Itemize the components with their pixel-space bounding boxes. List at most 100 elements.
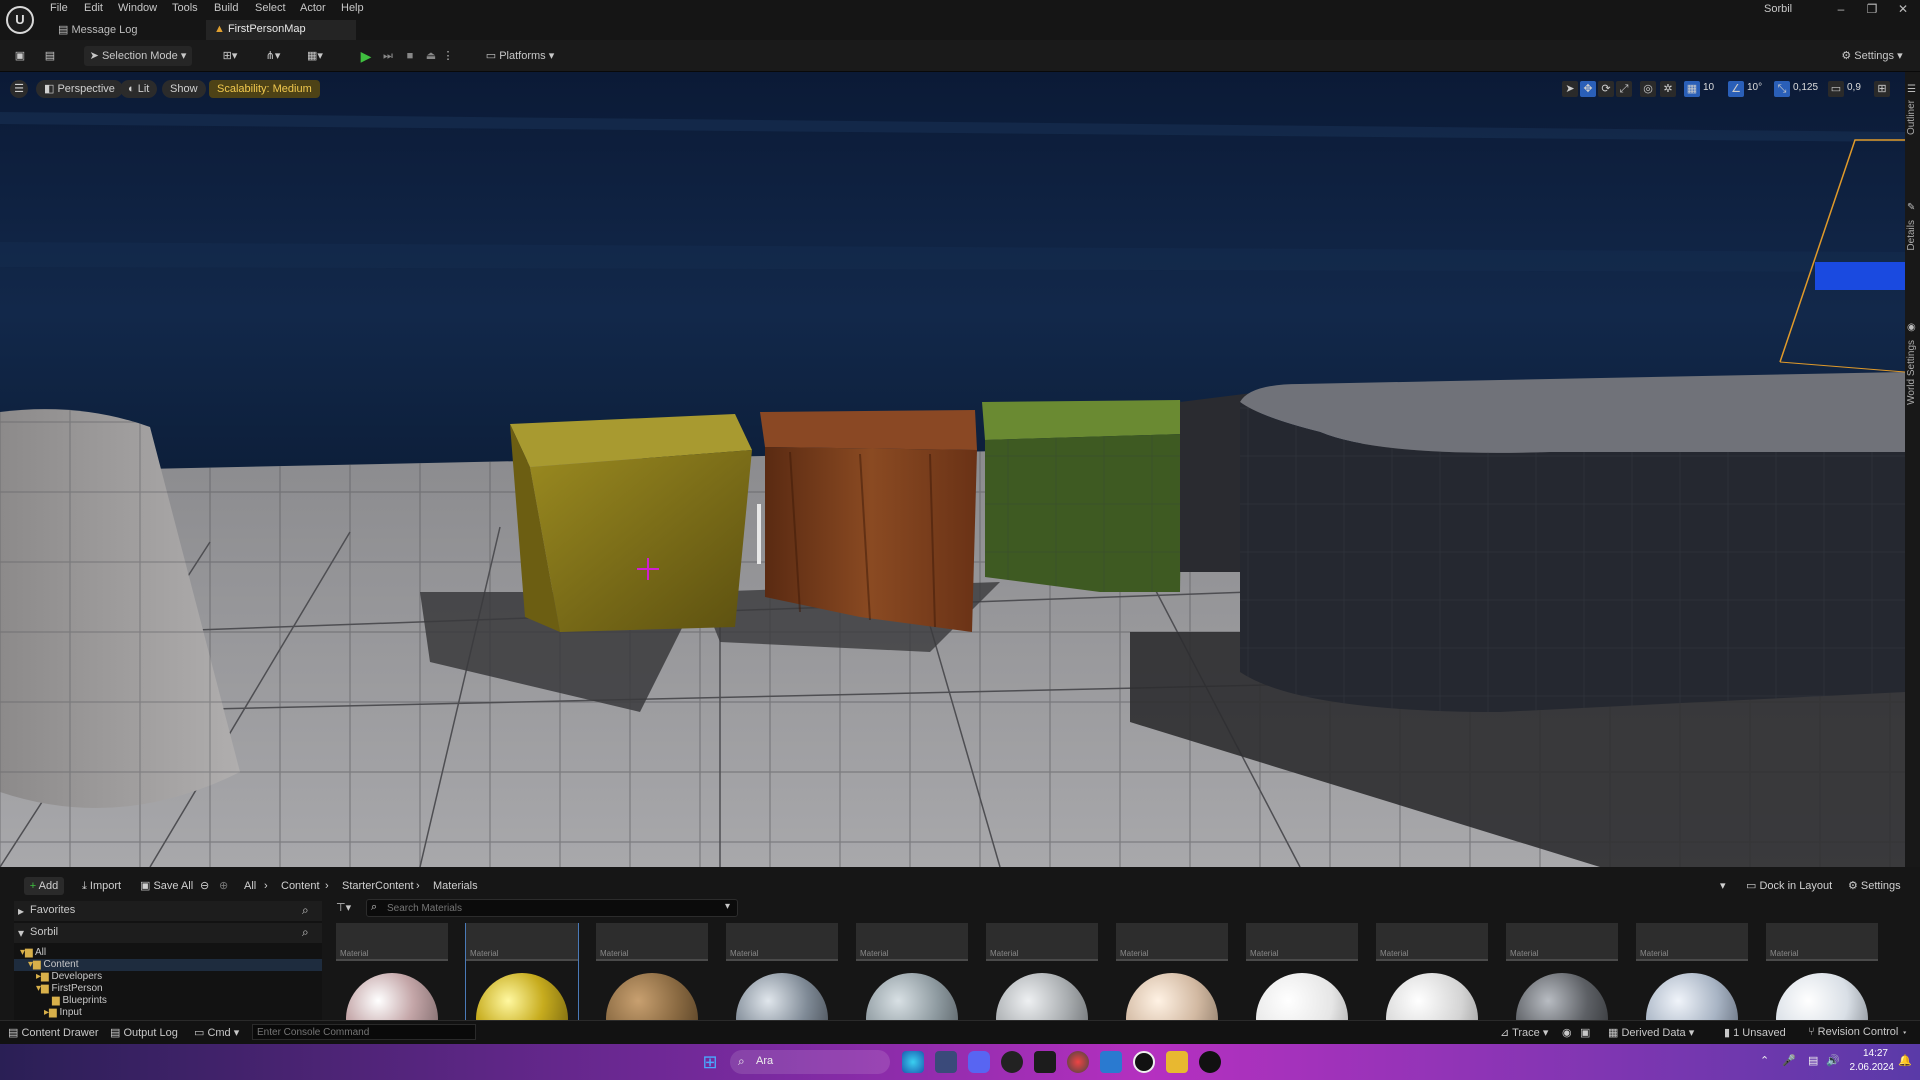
- search-dropdown-icon[interactable]: ▾: [725, 901, 730, 912]
- grid-snap-value[interactable]: 10: [1703, 82, 1714, 93]
- cmd-dropdown[interactable]: ▭ Cmd ▾: [194, 1026, 239, 1040]
- menu-build[interactable]: Build: [214, 2, 238, 18]
- select-tool-icon[interactable]: ➤: [1562, 81, 1578, 97]
- selection-mode-dropdown[interactable]: ➤ Selection Mode ▾: [84, 46, 192, 66]
- camera-icon[interactable]: ▣: [1580, 1026, 1590, 1040]
- history-back-icon[interactable]: ⊖: [200, 877, 209, 895]
- epic-games-icon[interactable]: [1034, 1051, 1056, 1073]
- content-drawer-button[interactable]: ▤ Content Drawer: [8, 1026, 99, 1040]
- stop-icon[interactable]: ■: [400, 46, 420, 66]
- scalability-badge[interactable]: Scalability: Medium: [209, 80, 320, 98]
- rotation-snap-value[interactable]: 10°: [1747, 82, 1762, 93]
- menu-file[interactable]: File: [50, 2, 68, 18]
- lit-button[interactable]: ◐ Lit: [120, 80, 158, 98]
- camera-speed-value[interactable]: 0,9: [1847, 82, 1861, 93]
- tab-firstpersonmap[interactable]: ▲ FirstPersonMap: [206, 20, 356, 40]
- menu-help[interactable]: Help: [341, 2, 364, 18]
- breadcrumb-materials[interactable]: Materials: [433, 877, 478, 895]
- user-root-header[interactable]: ▾ Sorbil ⌕: [14, 923, 322, 943]
- grid-snap-icon[interactable]: ▦: [1684, 81, 1700, 97]
- world-settings-icon[interactable]: ◉: [1907, 322, 1916, 333]
- tree-item-firstperson[interactable]: ▾▆ FirstPerson: [14, 983, 322, 995]
- search-icon[interactable]: ⌕: [302, 925, 309, 940]
- save-icon[interactable]: ▣: [10, 46, 30, 66]
- trace-dropdown[interactable]: ⊿ Trace ▾: [1500, 1026, 1548, 1040]
- tray-chevron-icon[interactable]: ⌃: [1760, 1054, 1769, 1067]
- clock-date[interactable]: 2.06.2024: [1838, 1062, 1895, 1073]
- unreal-logo-icon[interactable]: U: [6, 6, 34, 34]
- rotate-icon[interactable]: ⟳: [1598, 81, 1614, 97]
- viewport-layout-icon[interactable]: ⊞: [1874, 81, 1890, 97]
- tree-item-input[interactable]: ▸▆ Input: [14, 1007, 322, 1019]
- tree-item-content[interactable]: ▾▆ Content: [14, 959, 322, 971]
- outliner-tab[interactable]: Outliner: [1906, 100, 1917, 135]
- details-tab[interactable]: Details: [1906, 220, 1917, 251]
- taskbar-search[interactable]: ⌕ Ara: [730, 1050, 890, 1074]
- add-actor-icon[interactable]: ⊞▾: [215, 46, 245, 66]
- menu-edit[interactable]: Edit: [84, 2, 103, 18]
- notification-icon[interactable]: 🔔: [1898, 1054, 1912, 1067]
- photos-icon[interactable]: [935, 1051, 957, 1073]
- play-icon[interactable]: ▶: [356, 46, 376, 66]
- notepad-icon[interactable]: [1100, 1051, 1122, 1073]
- camera-speed-icon[interactable]: ▭: [1828, 81, 1844, 97]
- tree-item-developers[interactable]: ▸▆ Developers: [14, 971, 322, 983]
- unsaved-button[interactable]: ▮ 1 Unsaved: [1724, 1026, 1786, 1040]
- menu-tools[interactable]: Tools: [172, 2, 198, 18]
- scale-snap-icon[interactable]: ⤡: [1774, 81, 1790, 97]
- rotation-snap-icon[interactable]: ∠: [1728, 81, 1744, 97]
- discord-icon[interactable]: [968, 1051, 990, 1073]
- translate-icon[interactable]: ✥: [1580, 81, 1596, 97]
- eject-icon[interactable]: ⏏: [421, 46, 441, 66]
- breadcrumb-all[interactable]: All: [244, 877, 256, 895]
- surface-snap-icon[interactable]: ✲: [1660, 81, 1676, 97]
- file-explorer-icon[interactable]: [1166, 1051, 1188, 1073]
- console-command-input[interactable]: [252, 1024, 476, 1040]
- cinematics-icon[interactable]: ▦▾: [300, 46, 330, 66]
- minimize-icon[interactable]: –: [1826, 2, 1856, 18]
- more-options-icon[interactable]: ⋮: [441, 46, 455, 66]
- cb-settings-button[interactable]: ⚙ Settings: [1848, 877, 1901, 895]
- scene-render[interactable]: [0, 72, 1905, 867]
- microphone-icon[interactable]: 🎤: [1782, 1054, 1796, 1067]
- level-viewport[interactable]: ☰ ◧ Perspective ◐ Lit Show Scalability: …: [0, 72, 1905, 867]
- show-button[interactable]: Show: [162, 80, 206, 98]
- tab-message-log[interactable]: ▤ Message Log: [50, 20, 200, 40]
- scale-icon[interactable]: ⤢: [1616, 81, 1632, 97]
- dock-in-layout-button[interactable]: ▭ Dock in Layout: [1746, 877, 1832, 895]
- chrome-icon[interactable]: [1067, 1051, 1089, 1073]
- blueprint-icon[interactable]: ⋔▾: [258, 46, 288, 66]
- windows-start-icon[interactable]: ⊞: [699, 1051, 721, 1073]
- app-icon[interactable]: [1199, 1051, 1221, 1073]
- breadcrumb-startercontent[interactable]: StarterContent: [342, 877, 414, 895]
- github-icon[interactable]: [1001, 1051, 1023, 1073]
- favorites-header[interactable]: ▸ Favorites ⌕: [14, 901, 322, 921]
- path-dropdown-icon[interactable]: ▾: [1720, 877, 1726, 895]
- close-icon[interactable]: ✕: [1888, 2, 1918, 18]
- menu-actor[interactable]: Actor: [300, 2, 326, 18]
- search-input[interactable]: [387, 901, 707, 915]
- record-icon[interactable]: ◉: [1562, 1026, 1572, 1040]
- world-settings-tab[interactable]: World Settings: [1906, 340, 1917, 405]
- derived-data-dropdown[interactable]: ▦ Derived Data ▾: [1608, 1026, 1694, 1040]
- search-icon[interactable]: ⌕: [302, 903, 309, 918]
- network-icon[interactable]: ▤: [1808, 1054, 1818, 1067]
- history-forward-icon[interactable]: ⊕: [219, 877, 228, 895]
- save-all-button[interactable]: ▣ Save All: [140, 877, 193, 895]
- filter-icon[interactable]: ⊤▾: [336, 901, 351, 914]
- maximize-icon[interactable]: ❐: [1857, 2, 1887, 18]
- add-button[interactable]: + Add: [24, 877, 64, 895]
- outliner-icon[interactable]: ☰: [1907, 84, 1916, 95]
- scale-snap-value[interactable]: 0,125: [1793, 82, 1818, 93]
- world-local-icon[interactable]: ◎: [1640, 81, 1656, 97]
- tree-item-all[interactable]: ▾▆ All: [14, 947, 322, 959]
- step-icon[interactable]: ⏭: [378, 46, 398, 66]
- viewport-menu-icon[interactable]: ☰: [10, 80, 28, 98]
- settings-dropdown[interactable]: ⚙ Settings ▾: [1834, 46, 1910, 66]
- unreal-taskbar-icon[interactable]: [1133, 1051, 1155, 1073]
- platforms-dropdown[interactable]: ▭ Platforms ▾: [480, 46, 560, 66]
- browse-icon[interactable]: ▤: [40, 46, 60, 66]
- revision-control-dropdown[interactable]: ⑂ Revision Control ▾: [1808, 1026, 1908, 1040]
- perspective-button[interactable]: ◧ Perspective: [36, 80, 123, 98]
- clock-time[interactable]: 14:27: [1846, 1048, 1888, 1059]
